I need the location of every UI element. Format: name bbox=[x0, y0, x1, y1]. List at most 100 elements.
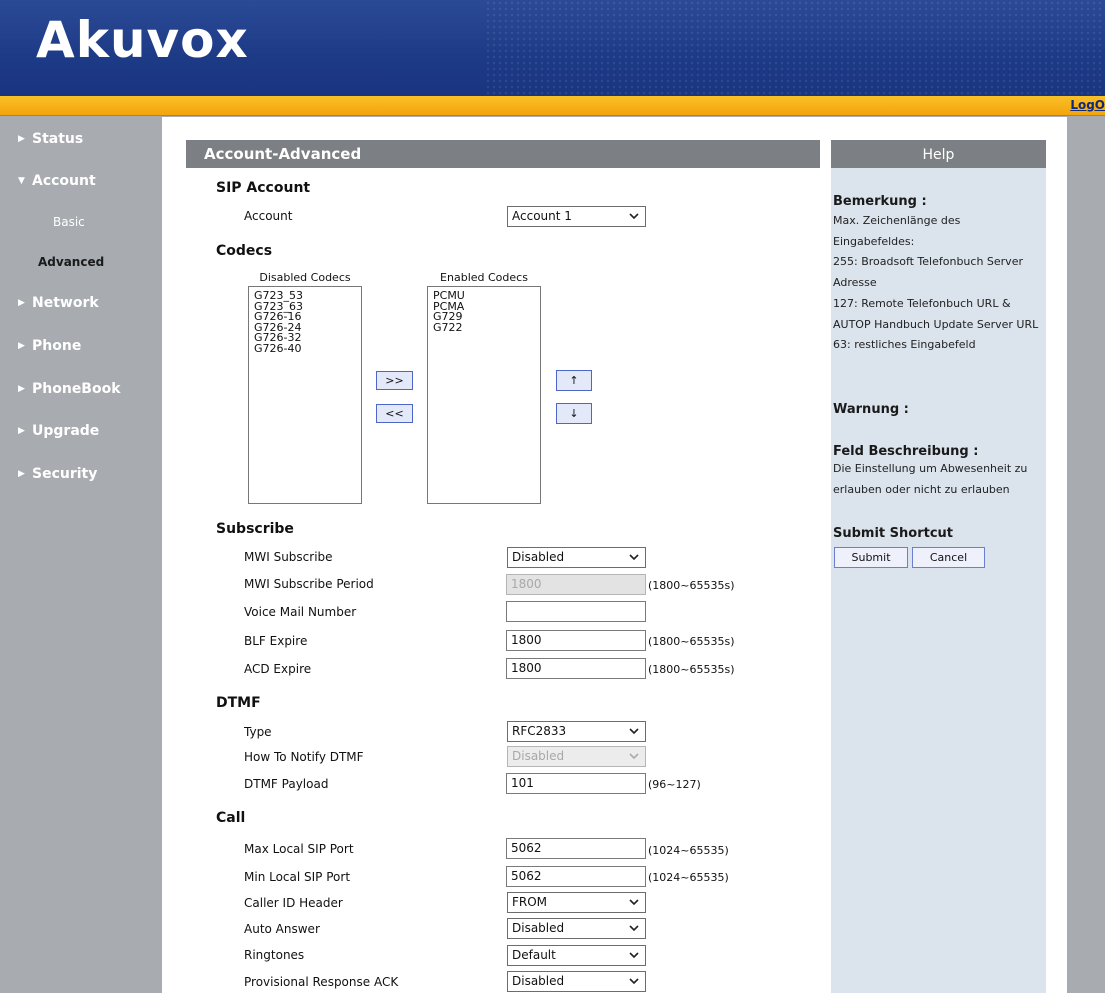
help-bemerkung-text: Max. Zeichenlänge des Eingabefeldes: 255… bbox=[833, 214, 1039, 352]
move-down-button[interactable]: ↓ bbox=[556, 403, 592, 424]
move-left-button[interactable]: << bbox=[376, 404, 413, 423]
top-accent-bar bbox=[0, 96, 1105, 116]
auto-answer-value: Disabled bbox=[512, 921, 565, 935]
move-right-button[interactable]: >> bbox=[376, 371, 413, 390]
acd-expire-range: (1800~65535s) bbox=[648, 663, 735, 676]
enabled-codecs-list[interactable]: PCMU PCMA G729 G722 bbox=[427, 286, 541, 504]
dtmf-type-select[interactable]: RFC2833 bbox=[507, 721, 646, 742]
disabled-codecs-list[interactable]: G723_53 G723_63 G726-16 G726-24 G726-32 … bbox=[248, 286, 362, 504]
caller-id-header-value: FROM bbox=[512, 895, 548, 909]
dtmf-type-value: RFC2833 bbox=[512, 724, 567, 738]
ringtones-select[interactable]: Default bbox=[507, 945, 646, 966]
min-sip-port-range: (1024~65535) bbox=[648, 871, 729, 884]
disabled-codecs-caption: Disabled Codecs bbox=[259, 271, 351, 284]
section-subscribe: Subscribe bbox=[216, 521, 294, 537]
sidebar-item-label: Status bbox=[32, 131, 84, 147]
cancel-button[interactable]: Cancel bbox=[912, 547, 985, 568]
max-sip-port-label: Max Local SIP Port bbox=[244, 842, 354, 856]
triangle-right-icon: ▶ bbox=[18, 469, 25, 479]
dtmf-notify-value: Disabled bbox=[512, 749, 565, 763]
help-warnung-title: Warnung : bbox=[833, 402, 909, 417]
right-rail bbox=[1067, 117, 1105, 993]
submit-button[interactable]: Submit bbox=[834, 547, 908, 568]
dtmf-type-label: Type bbox=[244, 725, 272, 739]
section-dtmf: DTMF bbox=[216, 695, 261, 711]
blf-expire-label: BLF Expire bbox=[244, 634, 308, 648]
enabled-codecs-caption: Enabled Codecs bbox=[440, 271, 528, 284]
mwi-subscribe-select[interactable]: Disabled bbox=[507, 547, 646, 568]
move-up-button[interactable]: ↑ bbox=[556, 370, 592, 391]
sidebar bbox=[0, 117, 140, 993]
sidebar-subitem-basic[interactable]: Basic bbox=[53, 215, 85, 229]
sidebar-item-network[interactable]: ▶ Network bbox=[18, 295, 99, 311]
provisional-response-ack-value: Disabled bbox=[512, 974, 565, 988]
triangle-right-icon: ▶ bbox=[18, 384, 25, 394]
acd-expire-input[interactable]: 1800 bbox=[506, 658, 646, 679]
max-sip-port-input[interactable]: 5062 bbox=[506, 838, 646, 859]
akuvox-logo: Akuvox bbox=[36, 11, 249, 69]
dtmf-notify-label: How To Notify DTMF bbox=[244, 750, 364, 764]
logout-link[interactable]: LogO bbox=[1070, 98, 1105, 112]
ringtones-value: Default bbox=[512, 948, 556, 962]
auto-answer-label: Auto Answer bbox=[244, 922, 320, 936]
sidebar-item-label: Network bbox=[32, 295, 99, 311]
chevron-down-icon bbox=[629, 899, 639, 906]
blf-expire-range: (1800~65535s) bbox=[648, 635, 735, 648]
sidebar-item-label: Upgrade bbox=[32, 423, 100, 439]
chevron-down-icon bbox=[629, 554, 639, 561]
codec-option[interactable]: G722 bbox=[433, 322, 540, 334]
mwi-period-range: (1800~65535s) bbox=[648, 579, 735, 592]
sidebar-item-label: Account bbox=[32, 173, 96, 189]
mwi-subscribe-value: Disabled bbox=[512, 550, 565, 564]
page-title: Account-Advanced bbox=[186, 140, 820, 168]
section-call: Call bbox=[216, 810, 246, 826]
ringtones-label: Ringtones bbox=[244, 948, 305, 962]
min-sip-port-label: Min Local SIP Port bbox=[244, 870, 351, 884]
sidebar-item-phone[interactable]: ▶ Phone bbox=[18, 338, 81, 354]
help-title: Help bbox=[831, 140, 1046, 168]
dtmf-payload-range: (96~127) bbox=[648, 778, 701, 791]
sidebar-item-upgrade[interactable]: ▶ Upgrade bbox=[18, 423, 99, 439]
chevron-down-icon bbox=[629, 728, 639, 735]
chevron-down-icon bbox=[629, 753, 639, 760]
blf-expire-input[interactable]: 1800 bbox=[506, 630, 646, 651]
provisional-response-ack-select[interactable]: Disabled bbox=[507, 971, 646, 992]
section-codecs: Codecs bbox=[216, 243, 273, 259]
sidebar-subitem-advanced[interactable]: Advanced bbox=[38, 255, 104, 269]
sidebar-item-status[interactable]: ▶ Status bbox=[18, 131, 83, 147]
min-sip-port-input[interactable]: 5062 bbox=[506, 866, 646, 887]
help-feld-text: Die Einstellung um Abwesenheit zu erlaub… bbox=[833, 462, 1028, 496]
provisional-response-ack-label: Provisional Response ACK bbox=[244, 975, 399, 989]
sidebar-item-label: Phone bbox=[32, 338, 82, 354]
sidebar-item-phonebook[interactable]: ▶ PhoneBook bbox=[18, 381, 121, 397]
mwi-subscribe-label: MWI Subscribe bbox=[244, 550, 333, 564]
chevron-down-icon bbox=[629, 213, 639, 220]
caller-id-header-select[interactable]: FROM bbox=[507, 892, 646, 913]
dtmf-payload-input[interactable]: 101 bbox=[506, 773, 646, 794]
dtmf-payload-label: DTMF Payload bbox=[244, 777, 329, 791]
voicemail-number-input[interactable] bbox=[506, 601, 646, 622]
account-select-value: Account 1 bbox=[512, 209, 572, 223]
triangle-down-icon: ▼ bbox=[18, 176, 25, 186]
dtmf-notify-select: Disabled bbox=[507, 746, 646, 767]
sidebar-item-account[interactable]: ▼ Account bbox=[18, 173, 96, 189]
help-bemerkung-title: Bemerkung : bbox=[833, 194, 927, 209]
chevron-down-icon bbox=[629, 978, 639, 985]
account-label: Account bbox=[244, 209, 293, 223]
mwi-period-label: MWI Subscribe Period bbox=[244, 577, 374, 591]
mwi-period-input: 1800 bbox=[506, 574, 646, 595]
chevron-down-icon bbox=[629, 925, 639, 932]
codec-option[interactable]: G726-40 bbox=[254, 343, 361, 355]
help-feld-title: Feld Beschreibung : bbox=[833, 444, 979, 459]
acd-expire-label: ACD Expire bbox=[244, 662, 312, 676]
account-select[interactable]: Account 1 bbox=[507, 206, 646, 227]
auto-answer-select[interactable]: Disabled bbox=[507, 918, 646, 939]
sidebar-item-label: Security bbox=[32, 466, 98, 482]
header-dot-pattern bbox=[485, 0, 1105, 96]
sidebar-item-security[interactable]: ▶ Security bbox=[18, 466, 97, 482]
header-banner: Akuvox bbox=[0, 0, 1105, 96]
voicemail-number-label: Voice Mail Number bbox=[244, 605, 357, 619]
triangle-right-icon: ▶ bbox=[18, 298, 25, 308]
help-shortcut-title: Submit Shortcut bbox=[833, 526, 954, 541]
triangle-right-icon: ▶ bbox=[18, 134, 25, 144]
